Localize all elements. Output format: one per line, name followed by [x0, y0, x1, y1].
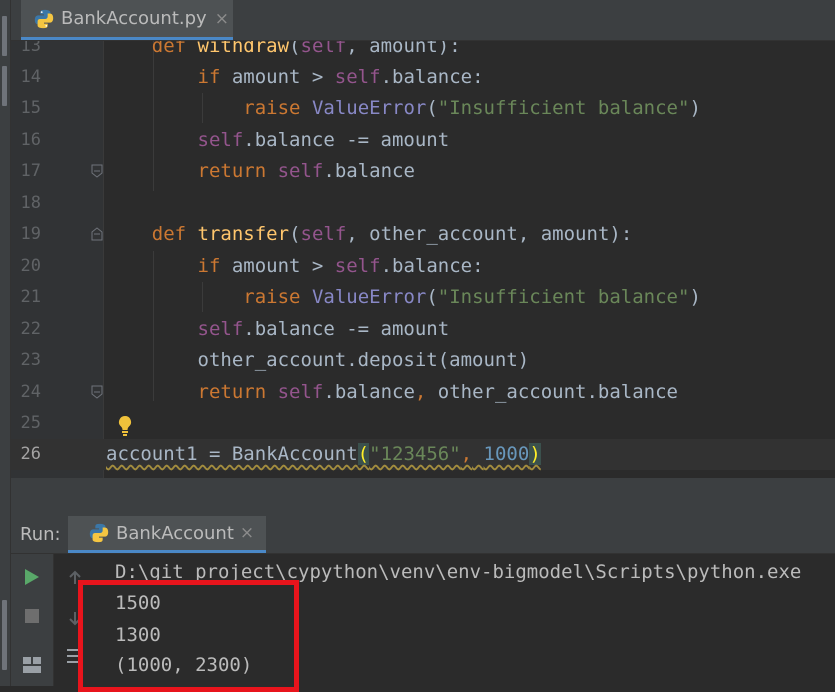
code-line[interactable]: 16 self.balance -= amount [11, 125, 835, 156]
code-text: def withdraw(self, amount): [151, 41, 461, 57]
run-panel-header: Run: BankAccount × [11, 516, 835, 554]
line-number: 25 [20, 413, 41, 433]
code-line[interactable]: 19 def transfer(self, other_account, amo… [11, 219, 835, 250]
run-toolbar [11, 554, 54, 686]
code-text: return self.balance [197, 160, 415, 182]
code-line[interactable]: 18 [11, 188, 835, 219]
code-line[interactable]: 24 return self.balance, other_account.ba… [11, 377, 835, 408]
python-file-icon [89, 523, 109, 543]
code-line[interactable]: 17 return self.balance [11, 156, 835, 187]
favorites-tool-tab[interactable] [2, 600, 7, 670]
line-number: 17 [20, 161, 41, 181]
line-number: 26 [20, 444, 41, 464]
code-editor[interactable]: 13 def withdraw(self, amount): 14 if amo… [11, 41, 835, 478]
line-number: 21 [20, 287, 41, 307]
fold-start-icon[interactable] [91, 227, 103, 241]
highlight-annotation-box [78, 580, 299, 692]
code-line[interactable]: 15 raise ValueError("Insufficient balanc… [11, 93, 835, 124]
close-icon[interactable]: × [215, 9, 229, 29]
editor-tab-bar: BankAccount.py × [11, 0, 835, 41]
line-number: 14 [20, 67, 41, 87]
code-line[interactable]: 13 def withdraw(self, amount): [11, 41, 835, 62]
code-text: raise ValueError("Insufficient balance") [243, 97, 701, 119]
run-tab-bankaccount[interactable]: BankAccount × [68, 516, 266, 553]
line-number: 13 [20, 41, 41, 56]
editor-tab-bankaccount[interactable]: BankAccount.py × [21, 0, 233, 40]
code-line[interactable]: 22 self.balance -= amount [11, 314, 835, 345]
code-text: account1 = BankAccount("123456", 1000) [106, 443, 541, 465]
code-text: raise ValueError("Insufficient balance") [243, 286, 701, 308]
code-text: other_account.deposit(amount) [106, 349, 530, 371]
line-number: 16 [20, 130, 41, 150]
code-line-current[interactable]: 26 account1 = BankAccount("123456", 1000… [11, 439, 835, 470]
code-text: self.balance -= amount [197, 318, 450, 340]
code-text: if amount > self.balance: [197, 255, 484, 277]
code-text: if amount > self.balance: [197, 66, 484, 88]
project-tool-tab[interactable] [2, 16, 7, 56]
left-tool-strip [0, 0, 11, 686]
line-number: 24 [20, 382, 41, 402]
code-text: return self.balance, other_account.balan… [197, 381, 679, 403]
fold-end-icon[interactable] [91, 385, 103, 399]
code-line[interactable]: 25 [11, 408, 835, 439]
layout-icon[interactable] [22, 656, 42, 674]
code-line[interactable]: 20 if amount > self.balance: [11, 251, 835, 282]
stop-icon[interactable] [24, 608, 40, 624]
code-line[interactable]: 21 raise ValueError("Insufficient balanc… [11, 282, 835, 313]
lightbulb-icon[interactable] [117, 415, 133, 437]
close-icon[interactable]: × [240, 523, 254, 543]
clipped-code-line [366, 471, 566, 478]
code-text: self.balance -= amount [197, 129, 450, 151]
line-number: 19 [20, 224, 41, 244]
line-number: 23 [20, 350, 41, 370]
code-line[interactable]: 14 if amount > self.balance: [11, 62, 835, 93]
panel-splitter[interactable] [11, 478, 835, 516]
structure-tool-tab[interactable] [2, 66, 7, 106]
editor-tab-label: BankAccount.py [61, 8, 207, 29]
line-number: 15 [20, 98, 41, 118]
python-file-icon [34, 9, 54, 28]
code-line[interactable]: 23 other_account.deposit(amount) [11, 345, 835, 376]
fold-end-icon[interactable] [91, 164, 103, 178]
line-number: 22 [20, 319, 41, 339]
rerun-icon[interactable] [24, 568, 40, 586]
line-number: 20 [20, 256, 41, 276]
line-number: 18 [20, 193, 41, 213]
code-text: def transfer(self, other_account, amount… [151, 223, 633, 245]
run-panel-title: Run: [20, 524, 61, 545]
run-tab-label: BankAccount [116, 522, 234, 544]
